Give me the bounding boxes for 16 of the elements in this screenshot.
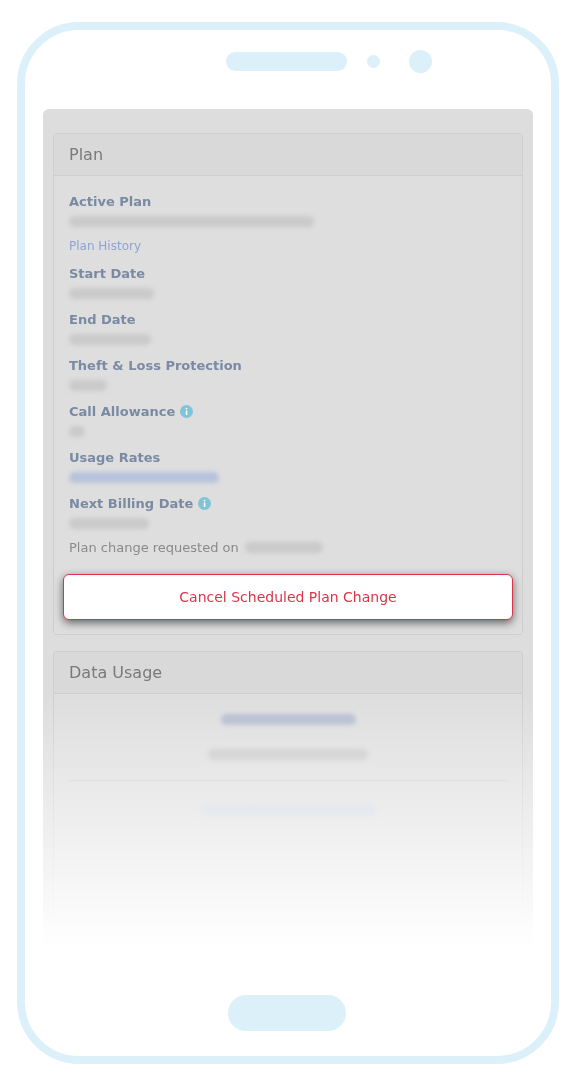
plan-change-note: Plan change requested on	[69, 540, 239, 555]
field-label: End Date	[69, 312, 136, 327]
card-title: Plan	[54, 134, 522, 176]
info-icon[interactable]	[180, 405, 194, 418]
home-button[interactable]	[228, 995, 346, 1031]
field-label: Usage Rates	[69, 450, 161, 465]
camera-dot	[409, 50, 432, 73]
card-title: Data Usage	[54, 652, 522, 694]
info-icon[interactable]	[198, 497, 212, 510]
field-label: Next Billing Date	[69, 496, 194, 511]
field-label: Active Plan	[69, 194, 152, 209]
sensor-dot	[367, 55, 380, 68]
field-label: Start Date	[69, 266, 146, 281]
cancel-plan-change-button[interactable]: Cancel Scheduled Plan Change	[63, 574, 513, 620]
field-label: Call Allowance	[69, 404, 176, 419]
field-label: Theft & Loss Protection	[69, 358, 242, 373]
